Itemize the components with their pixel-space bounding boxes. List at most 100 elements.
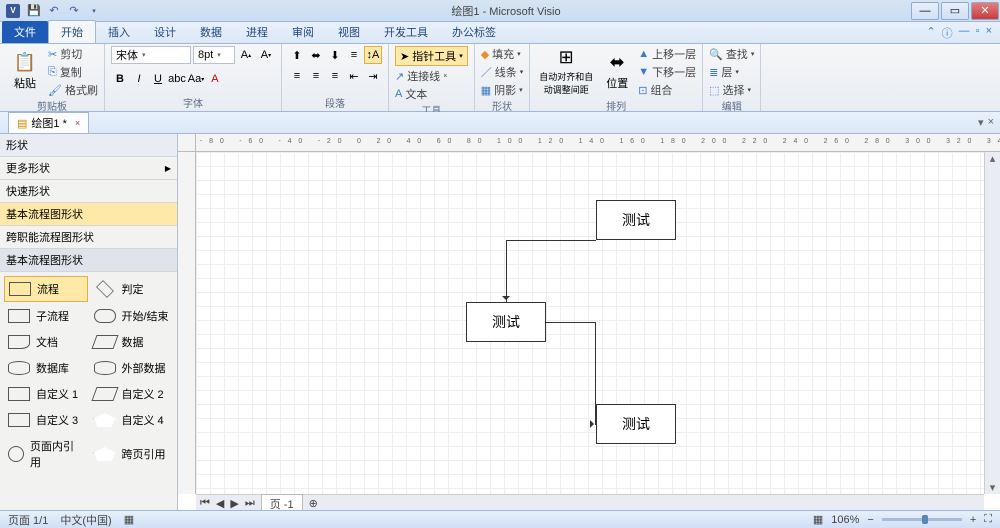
tab-file[interactable]: 文件 xyxy=(2,21,48,43)
close-button[interactable]: ✕ xyxy=(971,2,999,20)
align-right-button[interactable]: ≡ xyxy=(326,67,344,85)
find-button[interactable]: 🔍查找▾ xyxy=(709,46,754,62)
tab-review[interactable]: 审阅 xyxy=(280,21,326,43)
undo-icon[interactable]: ↶ xyxy=(46,3,62,19)
next-page-button[interactable]: ▶ xyxy=(230,497,238,510)
redo-icon[interactable]: ↷ xyxy=(66,3,82,19)
zoom-out-button[interactable]: − xyxy=(867,514,873,526)
shrink-font-button[interactable]: A▾ xyxy=(257,46,275,64)
last-page-button[interactable]: ⏭ xyxy=(245,497,255,510)
text-tool-button[interactable]: A文本 xyxy=(395,86,427,102)
format-painter-button[interactable]: 🖌格式刷 xyxy=(48,82,98,98)
document-tab[interactable]: ▤ 绘图1 * × xyxy=(8,112,89,133)
cut-button[interactable]: ✂剪切 xyxy=(48,46,98,62)
paste-button[interactable]: 📋粘贴 xyxy=(6,46,44,96)
maximize-button[interactable]: ▭ xyxy=(941,2,969,20)
text-direction-button[interactable]: ↕A xyxy=(364,46,382,64)
tab-insert[interactable]: 插入 xyxy=(96,21,142,43)
doc-nav-close-icon[interactable]: × xyxy=(988,116,994,129)
fill-button[interactable]: ◆填充▾ xyxy=(481,46,521,62)
bold-button[interactable]: B xyxy=(111,70,129,88)
doc-nav-dropdown-icon[interactable]: ▾ xyxy=(978,116,984,129)
position-button[interactable]: ⬌位置 xyxy=(600,46,634,96)
flowchart-box-2[interactable]: 测试 xyxy=(466,302,546,342)
tab-dev[interactable]: 开发工具 xyxy=(372,21,440,43)
send-backward-button[interactable]: ▼下移一层 xyxy=(638,64,696,80)
flowchart-box-3[interactable]: 测试 xyxy=(596,404,676,444)
indent-dec-button[interactable]: ⇤ xyxy=(345,67,363,85)
macro-icon[interactable]: ▦ xyxy=(124,513,134,526)
shape-process[interactable]: 流程 xyxy=(4,276,88,302)
shapes-panel-header[interactable]: 形状 xyxy=(0,134,177,157)
shape-database[interactable]: 数据库 xyxy=(4,356,88,380)
shapes-more[interactable]: 更多形状▶ xyxy=(0,157,177,180)
indent-inc-button[interactable]: ⇥ xyxy=(364,67,382,85)
align-center-button[interactable]: ≡ xyxy=(307,67,325,85)
pointer-tool-button[interactable]: ➤指针工具▾ xyxy=(395,46,468,66)
shapes-cat-quick[interactable]: 快速形状 xyxy=(0,180,177,203)
fit-page-button[interactable]: ⛶ xyxy=(984,513,992,526)
line-button[interactable]: ／线条▾ xyxy=(481,64,524,80)
minimize-ribbon-icon[interactable]: ⌃ xyxy=(926,25,935,41)
shape-custom2[interactable]: 自定义 2 xyxy=(90,382,174,406)
drawing-canvas[interactable]: 测试 测试 测试 xyxy=(196,152,984,494)
shape-custom4[interactable]: 自定义 4 xyxy=(90,408,174,432)
help-icon[interactable]: ⓘ xyxy=(942,25,953,41)
shape-onpage-ref[interactable]: 页面内引用 xyxy=(4,434,88,474)
font-color-button[interactable]: A xyxy=(206,70,224,88)
save-icon[interactable]: 💾 xyxy=(26,3,42,19)
grow-font-button[interactable]: A▴ xyxy=(237,46,255,64)
first-page-button[interactable]: ⏮ xyxy=(200,497,210,510)
shape-offpage-ref[interactable]: 跨页引用 xyxy=(90,434,174,474)
tab-view[interactable]: 视图 xyxy=(326,21,372,43)
align-bottom-button[interactable]: ⬇ xyxy=(326,46,344,64)
italic-button[interactable]: I xyxy=(130,70,148,88)
shape-subprocess[interactable]: 子流程 xyxy=(4,304,88,328)
zoom-level[interactable]: 106% xyxy=(831,514,859,526)
group-button[interactable]: ⊡组合 xyxy=(638,82,696,98)
bring-forward-button[interactable]: ▲上移一层 xyxy=(638,46,696,62)
underline-button[interactable]: U xyxy=(149,70,167,88)
shape-external-data[interactable]: 外部数据 xyxy=(90,356,174,380)
shapes-cat-cross-func[interactable]: 跨职能流程图形状 xyxy=(0,226,177,249)
font-family-combo[interactable]: 宋体▾ xyxy=(111,46,191,64)
zoom-in-button[interactable]: + xyxy=(970,514,976,526)
new-page-button[interactable]: ⊕ xyxy=(309,497,318,510)
shape-document[interactable]: 文档 xyxy=(4,330,88,354)
qat-more-icon[interactable]: ▾ xyxy=(86,3,102,19)
font-size-combo[interactable]: 8pt▾ xyxy=(193,46,235,64)
shape-start-end[interactable]: 开始/结束 xyxy=(90,304,174,328)
align-top-button[interactable]: ⬆ xyxy=(288,46,306,64)
view-normal-icon[interactable]: ▦ xyxy=(813,513,823,526)
zoom-slider[interactable] xyxy=(882,518,962,521)
tab-office[interactable]: 办公标签 xyxy=(440,21,508,43)
tab-data[interactable]: 数据 xyxy=(188,21,234,43)
vertical-scrollbar[interactable]: ▴▾ xyxy=(984,152,1000,494)
layer-button[interactable]: ≣层▾ xyxy=(709,64,739,80)
mdi-min-icon[interactable]: — xyxy=(959,25,970,41)
bullets-button[interactable]: ≡ xyxy=(345,46,363,64)
shape-decision[interactable]: 判定 xyxy=(90,276,174,302)
copy-button[interactable]: ⎘复制 xyxy=(48,64,98,80)
prev-page-button[interactable]: ◀ xyxy=(216,497,224,510)
align-left-button[interactable]: ≡ xyxy=(288,67,306,85)
mdi-close-icon[interactable]: × xyxy=(986,25,992,41)
flowchart-box-1[interactable]: 测试 xyxy=(596,200,676,240)
align-middle-button[interactable]: ⬌ xyxy=(307,46,325,64)
select-button[interactable]: ⬚选择▾ xyxy=(709,82,751,98)
close-doc-icon[interactable]: × xyxy=(75,118,80,128)
connector-tool-button[interactable]: ↗连接线× xyxy=(395,68,447,84)
language-status[interactable]: 中文(中国) xyxy=(60,512,111,528)
shadow-button[interactable]: ▦阴影▾ xyxy=(481,82,523,98)
shape-custom1[interactable]: 自定义 1 xyxy=(4,382,88,406)
strike-button[interactable]: abc xyxy=(168,70,186,88)
shape-data[interactable]: 数据 xyxy=(90,330,174,354)
shapes-cat-basic-flow[interactable]: 基本流程图形状 xyxy=(0,203,177,226)
tab-process[interactable]: 进程 xyxy=(234,21,280,43)
change-case-button[interactable]: Aa▾ xyxy=(187,70,205,88)
minimize-button[interactable]: — xyxy=(911,2,939,20)
auto-align-button[interactable]: ⊞自动对齐和自动调整间距 xyxy=(536,46,596,96)
tab-home[interactable]: 开始 xyxy=(48,20,96,43)
mdi-restore-icon[interactable]: ▫ xyxy=(976,25,980,41)
tab-design[interactable]: 设计 xyxy=(142,21,188,43)
